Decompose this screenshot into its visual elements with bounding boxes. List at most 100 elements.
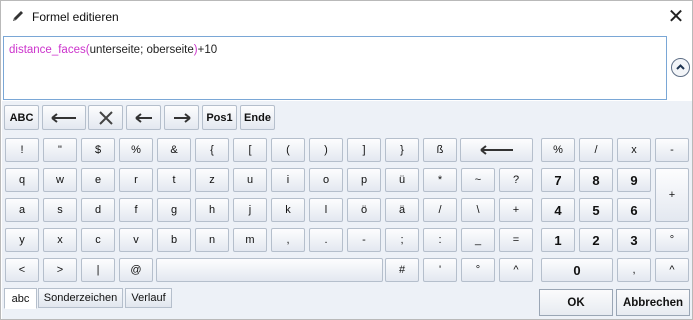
numpad-6[interactable]: 6: [617, 198, 651, 222]
numpad-op-2[interactable]: x: [617, 138, 651, 162]
key-r3-3[interactable]: f: [119, 198, 153, 222]
cursor-right-button[interactable]: [164, 105, 199, 130]
formula-input[interactable]: distance_faces(unterseite; oberseite)+10: [3, 36, 667, 100]
ok-button[interactable]: OK: [539, 289, 613, 316]
key-r5-0[interactable]: <: [5, 258, 39, 282]
key-sym-9[interactable]: ]: [347, 138, 381, 162]
key-r4-5[interactable]: n: [195, 228, 229, 252]
key-sym-8[interactable]: ): [309, 138, 343, 162]
backspace-key[interactable]: [460, 138, 533, 162]
key-sym-5[interactable]: {: [195, 138, 229, 162]
key-sym-0[interactable]: !: [5, 138, 39, 162]
key-r3-4[interactable]: g: [157, 198, 191, 222]
numpad-plus[interactable]: +: [655, 168, 689, 222]
key-r4-10[interactable]: ;: [385, 228, 419, 252]
key-r4-8[interactable]: .: [309, 228, 343, 252]
backspace-button[interactable]: [42, 105, 86, 130]
numpad-0[interactable]: 0: [541, 258, 613, 282]
title-bar: Formel editieren ✕: [1, 1, 692, 32]
key-r3-11[interactable]: /: [423, 198, 457, 222]
key-r2-0[interactable]: q: [5, 168, 39, 192]
key-r4-11[interactable]: :: [423, 228, 457, 252]
numpad-8[interactable]: 8: [579, 168, 613, 192]
window-title: Formel editieren: [32, 10, 119, 24]
key-r2-10[interactable]: ü: [385, 168, 419, 192]
tab-verlauf[interactable]: Verlauf: [125, 288, 172, 308]
key-r2-1[interactable]: w: [43, 168, 77, 192]
cursor-left-button[interactable]: [126, 105, 161, 130]
numpad-op-1[interactable]: /: [579, 138, 613, 162]
key-r3-9[interactable]: ö: [347, 198, 381, 222]
key-r4-0[interactable]: y: [5, 228, 39, 252]
key-r5-4[interactable]: #: [385, 258, 419, 282]
key-r2-9[interactable]: p: [347, 168, 381, 192]
key-r5-7[interactable]: ^: [499, 258, 533, 282]
key-r3-0[interactable]: a: [5, 198, 39, 222]
key-sym-3[interactable]: %: [119, 138, 153, 162]
key-sym-2[interactable]: $: [81, 138, 115, 162]
key-r2-2[interactable]: e: [81, 168, 115, 192]
key-r5-2[interactable]: |: [81, 258, 115, 282]
key-r3-1[interactable]: s: [43, 198, 77, 222]
key-r2-5[interactable]: z: [195, 168, 229, 192]
key-sym-10[interactable]: }: [385, 138, 419, 162]
numpad-op-0[interactable]: %: [541, 138, 575, 162]
tab-sonderzeichen[interactable]: Sonderzeichen: [38, 288, 123, 308]
key-r3-5[interactable]: h: [195, 198, 229, 222]
key-r5-6[interactable]: °: [461, 258, 495, 282]
clear-button[interactable]: [88, 105, 123, 130]
numpad-op-3[interactable]: -: [655, 138, 689, 162]
key-r3-2[interactable]: d: [81, 198, 115, 222]
key-r2-6[interactable]: u: [233, 168, 267, 192]
key-r4-6[interactable]: m: [233, 228, 267, 252]
key-r3-12[interactable]: \: [461, 198, 495, 222]
key-r2-11[interactable]: *: [423, 168, 457, 192]
key-r3-6[interactable]: j: [233, 198, 267, 222]
key-r3-7[interactable]: k: [271, 198, 305, 222]
key-r4-12[interactable]: _: [461, 228, 495, 252]
key-r2-13[interactable]: ?: [499, 168, 533, 192]
key-r3-13[interactable]: +: [499, 198, 533, 222]
key-r3-10[interactable]: ä: [385, 198, 419, 222]
key-r4-1[interactable]: x: [43, 228, 77, 252]
key-sym-7[interactable]: (: [271, 138, 305, 162]
tab-abc[interactable]: abc: [4, 288, 37, 309]
key-r4-9[interactable]: -: [347, 228, 381, 252]
key-r4-3[interactable]: v: [119, 228, 153, 252]
key-sym-6[interactable]: [: [233, 138, 267, 162]
numpad-caret[interactable]: ^: [655, 258, 689, 282]
numpad-5[interactable]: 5: [579, 198, 613, 222]
numpad-9[interactable]: 9: [617, 168, 651, 192]
numpad-r4-1[interactable]: 2: [579, 228, 613, 252]
numpad-7[interactable]: 7: [541, 168, 575, 192]
key-sym-11[interactable]: ß: [423, 138, 457, 162]
key-r3-8[interactable]: l: [309, 198, 343, 222]
numpad-r4-0[interactable]: 1: [541, 228, 575, 252]
numpad-comma[interactable]: ,: [617, 258, 651, 282]
key-r2-8[interactable]: o: [309, 168, 343, 192]
key-r2-12[interactable]: ~: [461, 168, 495, 192]
key-r2-4[interactable]: t: [157, 168, 191, 192]
collapse-up-button[interactable]: [671, 58, 690, 77]
key-r2-7[interactable]: i: [271, 168, 305, 192]
key-r4-13[interactable]: =: [499, 228, 533, 252]
abc-case-button[interactable]: ABC: [4, 105, 39, 130]
key-r5-5[interactable]: ': [423, 258, 457, 282]
key-r2-3[interactable]: r: [119, 168, 153, 192]
space-key[interactable]: [156, 258, 383, 282]
key-r4-7[interactable]: ,: [271, 228, 305, 252]
key-r4-2[interactable]: c: [81, 228, 115, 252]
numpad-r4-3[interactable]: °: [655, 228, 689, 252]
key-sym-1[interactable]: ": [43, 138, 77, 162]
key-r4-4[interactable]: b: [157, 228, 191, 252]
ende-button[interactable]: Ende: [240, 105, 275, 130]
numpad-4[interactable]: 4: [541, 198, 575, 222]
pos1-button[interactable]: Pos1: [202, 105, 237, 130]
numpad-r4-2[interactable]: 3: [617, 228, 651, 252]
key-r5-1[interactable]: >: [43, 258, 77, 282]
clear-x-icon: [98, 110, 113, 125]
key-r5-3[interactable]: @: [119, 258, 153, 282]
close-icon[interactable]: ✕: [665, 6, 687, 28]
key-sym-4[interactable]: &: [157, 138, 191, 162]
cancel-button[interactable]: Abbrechen: [616, 289, 690, 316]
